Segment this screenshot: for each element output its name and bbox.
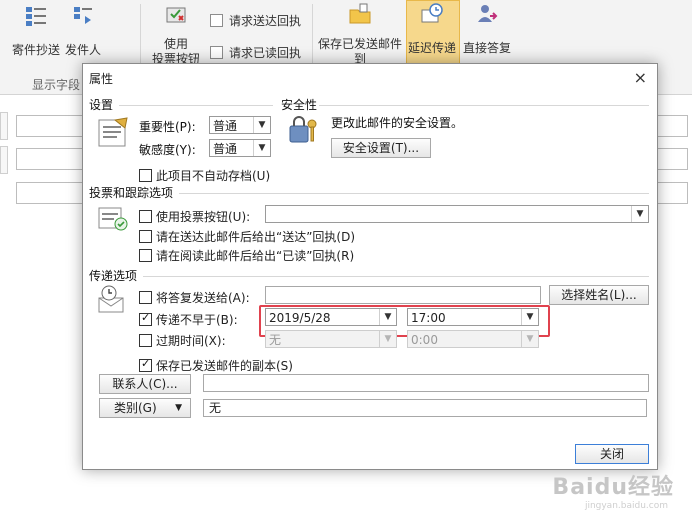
reply-to-label: 将答复发送给(A):: [156, 291, 250, 305]
categories-button[interactable]: 类别(G) ▼: [99, 398, 191, 418]
use-vote-buttons-label: 使用投票按钮(U):: [156, 210, 251, 224]
read-receipt-checkbox[interactable]: 请在阅读此邮件后给出“已读”回执(R): [139, 247, 354, 264]
save-copy-checkbox[interactable]: 保存已发送邮件的副本(S): [139, 357, 293, 374]
request-delivery-receipt-label: 请求送达回执: [229, 14, 302, 28]
close-button[interactable]: 关闭: [575, 444, 649, 464]
ribbon-group-label: 显示字段: [32, 78, 81, 92]
delay-delivery-label: 延迟传递: [407, 41, 456, 55]
read-receipt-label: 请在阅读此邮件后给出“已读”回执(R): [156, 249, 355, 263]
watermark-url: jingyan.baidu.com: [584, 501, 668, 511]
sender-label: 发件人: [64, 43, 101, 57]
delivery-clock-icon: [98, 285, 124, 313]
select-names-button[interactable]: 选择姓名(L)...: [549, 285, 649, 305]
chevron-down-icon: ▼: [253, 117, 270, 133]
categories-field[interactable]: 无: [203, 399, 647, 417]
expires-time-value: 0:00: [411, 333, 438, 347]
request-delivery-receipt-toggle[interactable]: 请求送达回执: [210, 12, 301, 29]
properties-dialog: 属性 × 设置 重要性(P): 普通 ▼ 敏感度(Y): 普通 ▼ 此项目不自动存档…: [82, 63, 658, 470]
delivery-receipt-checkbox[interactable]: 请在送达此邮件后给出“送达”回执(D): [139, 228, 355, 245]
dialog-title: 属性: [89, 72, 114, 86]
reply-to-checkbox[interactable]: 将答复发送给(A):: [139, 289, 250, 306]
security-description: 更改此邮件的安全设置。: [331, 116, 464, 130]
expires-date-value: 无: [269, 333, 282, 347]
contacts-button[interactable]: 联系人(C)...: [99, 374, 191, 394]
sender-button[interactable]: 发件人: [62, 4, 104, 58]
categories-value: 无: [209, 401, 222, 415]
chevron-down-icon: ▼: [253, 140, 270, 156]
importance-value: 普通: [213, 119, 238, 133]
direct-reply-icon: [478, 5, 498, 22]
use-vote-buttons-checkbox[interactable]: 使用投票按钮(U):: [139, 208, 250, 225]
background-cc-button[interactable]: [0, 146, 8, 174]
clock-envelope-icon: [421, 3, 443, 23]
voting-section-title: 投票和跟踪选项: [89, 186, 174, 200]
direct-reply-button[interactable]: 直接答复: [460, 2, 514, 56]
no-autoarchive-checkbox[interactable]: 此项目不自动存档(U): [139, 167, 270, 184]
chevron-down-icon: ▼: [379, 331, 396, 347]
sensitivity-value: 普通: [213, 142, 238, 156]
expires-checkbox[interactable]: 过期时间(X):: [139, 332, 226, 349]
list-icon: [26, 7, 46, 26]
categories-label: 类别(G): [114, 401, 157, 415]
chevron-down-icon: ▼: [175, 403, 182, 413]
chevron-down-icon: ▼: [521, 331, 538, 347]
sensitivity-label: 敏感度(Y):: [139, 143, 196, 157]
close-icon[interactable]: ×: [634, 68, 647, 87]
not-before-label: 传递不早于(B):: [156, 313, 238, 327]
folder-save-icon: [349, 3, 371, 24]
by-sender-button[interactable]: 寄件抄送: [10, 4, 62, 58]
chevron-down-icon: ▼: [631, 206, 648, 222]
save-sent-button[interactable]: 保存已发送邮件 到: [316, 2, 404, 67]
security-settings-button[interactable]: 安全设置(T)...: [331, 138, 431, 158]
request-read-receipt-toggle[interactable]: 请求已读回执: [210, 44, 301, 61]
sensitivity-select[interactable]: 普通 ▼: [209, 139, 271, 157]
delay-delivery-button[interactable]: 延迟传递: [406, 2, 458, 56]
save-copy-label: 保存已发送邮件的副本(S): [156, 359, 293, 373]
direct-reply-label: 直接答复: [462, 41, 511, 55]
vote-buttons-select[interactable]: ▼: [265, 205, 649, 223]
contacts-field[interactable]: [203, 374, 649, 392]
delivery-section-title: 传递选项: [89, 269, 138, 283]
importance-label: 重要性(P):: [139, 120, 196, 134]
expires-date-select[interactable]: 无 ▼: [265, 330, 397, 348]
background-send-button[interactable]: [0, 112, 8, 140]
settings-icon: [98, 117, 128, 147]
not-before-checkbox[interactable]: 传递不早于(B):: [139, 311, 238, 328]
expires-label: 过期时间(X):: [156, 334, 226, 348]
lock-key-icon: [289, 116, 317, 143]
settings-section-title: 设置: [89, 98, 114, 112]
baidu-watermark: Baidu经验: [552, 475, 674, 500]
by-sender-label: 寄件抄送: [11, 43, 60, 57]
security-section-title: 安全性: [281, 98, 318, 112]
request-read-receipt-label: 请求已读回执: [229, 46, 302, 60]
importance-select[interactable]: 普通 ▼: [209, 116, 271, 134]
voting-icon: [98, 207, 128, 231]
reply-to-field[interactable]: [265, 286, 541, 304]
sender-icon: [74, 7, 92, 24]
use-vote-buttons-button[interactable]: 使用 投票按钮: [144, 2, 208, 67]
delivery-receipt-label: 请在送达此邮件后给出“送达”回执(D): [156, 230, 356, 244]
vote-icon: [166, 7, 186, 23]
expires-time-select[interactable]: 0:00 ▼: [407, 330, 539, 348]
no-autoarchive-label: 此项目不自动存档(U): [156, 169, 271, 183]
